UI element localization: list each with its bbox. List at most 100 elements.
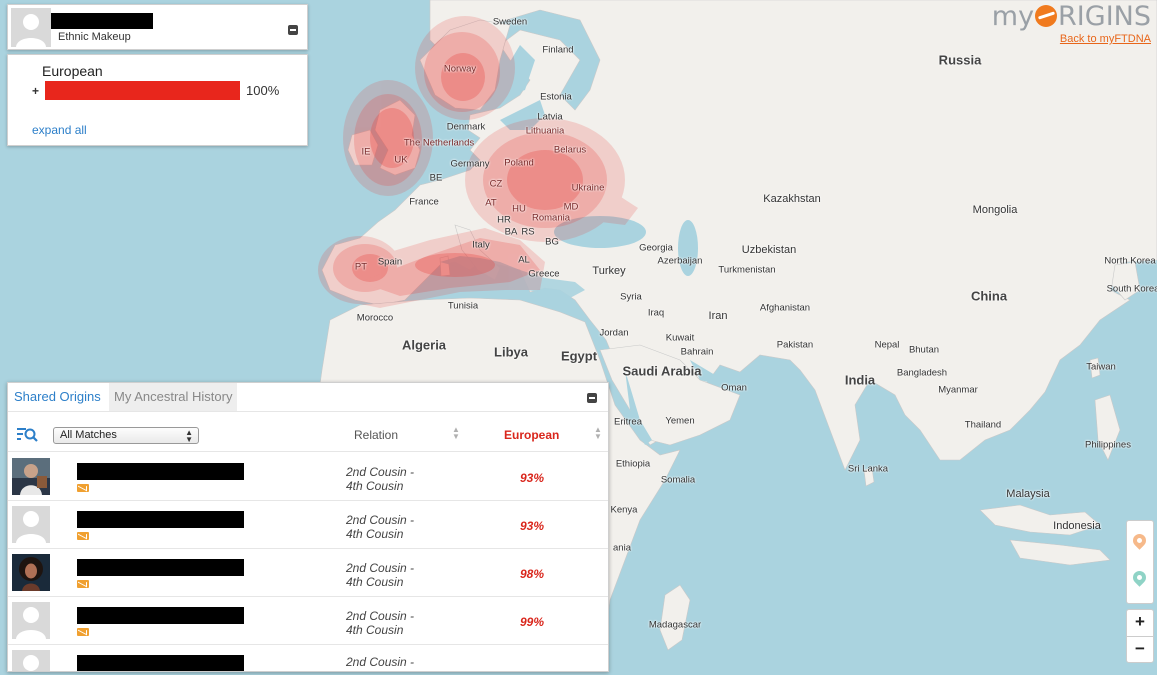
match-filter-select[interactable]: All Matches ▲ ▼ [53,427,199,444]
match-photo [12,458,50,495]
email-icon[interactable] [77,580,89,588]
label-tanzania: ania [613,542,631,554]
label-saudi-arabia: Saudi Arabia [622,363,702,379]
user-name-redacted [51,13,153,29]
label-ie: IE [361,146,371,158]
match-row[interactable]: 2nd Cousin -4th Cousin 93% [8,453,608,501]
label-al: AL [518,254,530,266]
label-somalia: Somalia [660,474,696,486]
label-madagascar: Madagascar [648,619,702,631]
region-name: European [42,63,103,79]
match-european-percent: 93% [520,471,545,485]
label-romania: Romania [531,212,571,224]
user-avatar [11,8,51,47]
shared-origins-panel: Shared Origins My Ancestral History All … [7,382,609,672]
brand-o-icon [1035,5,1058,27]
match-european-percent: 93% [520,519,545,533]
match-name-redacted [77,655,244,671]
label-russia: Russia [938,52,982,68]
match-row[interactable]: 2nd Cousin - [8,645,608,671]
zoom-out-button[interactable]: − [1127,636,1153,663]
select-arrows-icon: ▲ ▼ [185,428,193,444]
label-georgia: Georgia [639,242,673,254]
match-relation: 2nd Cousin - [346,655,415,669]
label-germany: Germany [450,158,490,170]
label-uk: UK [394,154,408,166]
match-relation: 2nd Cousin -4th Cousin [346,561,415,589]
map-legend-control [1126,520,1154,604]
expand-region-icon[interactable]: + [32,84,39,98]
european-column-header[interactable]: European [504,428,559,442]
back-to-myftdna-link[interactable]: Back to myFTDNA [992,33,1151,45]
label-syria: Syria [620,291,642,303]
match-european-percent: 99% [520,615,545,629]
label-kuwait: Kuwait [665,332,695,344]
label-south-korea: South Korea [1106,283,1157,295]
label-mongolia: Mongolia [972,204,1018,216]
european-sort-icon[interactable]: ▲ ▼ [594,426,602,441]
label-cz: CZ [489,178,503,190]
email-icon[interactable] [77,628,89,636]
collapse-matches-button[interactable] [587,393,597,403]
relation-sort-icon[interactable]: ▲ ▼ [452,426,460,441]
label-bangladesh: Bangladesh [896,367,948,379]
region-percent: 100% [246,83,280,98]
label-bahrain: Bahrain [680,346,714,358]
label-at: AT [485,197,497,209]
filter-search-icon[interactable] [16,425,40,445]
label-sri-lanka: Sri Lanka [847,463,889,475]
label-sweden: Sweden [492,16,528,28]
label-bg: BG [545,236,559,248]
match-row[interactable]: 2nd Cousin -4th Cousin 99% [8,597,608,645]
orange-pin-icon[interactable] [1130,531,1149,550]
zoom-in-button[interactable]: + [1127,610,1153,636]
label-latvia: Latvia [537,111,563,123]
expand-all-link[interactable]: expand all [32,123,87,137]
user-card: Ethnic Makeup [7,4,308,50]
tab-shared-origins[interactable]: Shared Origins [9,383,106,411]
ethnic-makeup-panel: European + 100% expand all [7,54,308,146]
label-afghanistan: Afghanistan [759,302,811,314]
label-jordan: Jordan [599,327,629,339]
email-icon[interactable] [77,532,89,540]
match-filter-value: All Matches [60,429,117,441]
tab-my-ancestral-history[interactable]: My Ancestral History [109,383,238,411]
label-kenya: Kenya [610,504,638,516]
match-name-redacted [77,607,244,624]
label-greece: Greece [528,268,560,280]
match-row[interactable]: 2nd Cousin -4th Cousin 93% [8,501,608,549]
match-photo [12,554,50,591]
label-poland: Poland [504,157,534,169]
label-ba: BA [504,226,518,238]
label-kazakhstan: Kazakhstan [763,193,821,205]
myorigins-logo: my RIGINS Back to myFTDNA [992,2,1151,46]
teal-pin-icon[interactable] [1130,568,1149,587]
match-row[interactable]: 2nd Cousin -4th Cousin 98% [8,549,608,597]
label-eritrea: Eritrea [614,416,642,428]
label-estonia: Estonia [540,91,572,103]
label-oman: Oman [721,382,747,394]
match-list: 2nd Cousin -4th Cousin 93% 2nd Cousin -4… [8,453,608,671]
label-indonesia: Indonesia [1053,520,1101,532]
panel-tabs: Shared Origins My Ancestral History [8,383,608,412]
label-hr: HR [497,214,511,226]
label-france: France [409,196,439,208]
label-morocco: Morocco [356,312,394,324]
label-pakistan: Pakistan [776,339,814,351]
label-malaysia: Malaysia [1006,488,1050,500]
match-photo-default [12,650,50,671]
relation-column-header[interactable]: Relation [354,428,398,442]
region-percent-bar [45,81,240,100]
label-finland: Finland [542,44,574,56]
label-norway: Norway [443,63,477,75]
match-photo-default [12,506,50,543]
label-nepal: Nepal [874,339,900,351]
collapse-user-card-button[interactable] [288,25,298,35]
email-icon[interactable] [77,484,89,492]
ethnic-makeup-label: Ethnic Makeup [58,31,131,43]
label-thailand: Thailand [964,419,1002,431]
match-name-redacted [77,559,244,576]
label-netherlands: The Netherlands [403,137,475,149]
label-iran: Iran [708,310,728,322]
label-italy: Italy [472,239,490,251]
